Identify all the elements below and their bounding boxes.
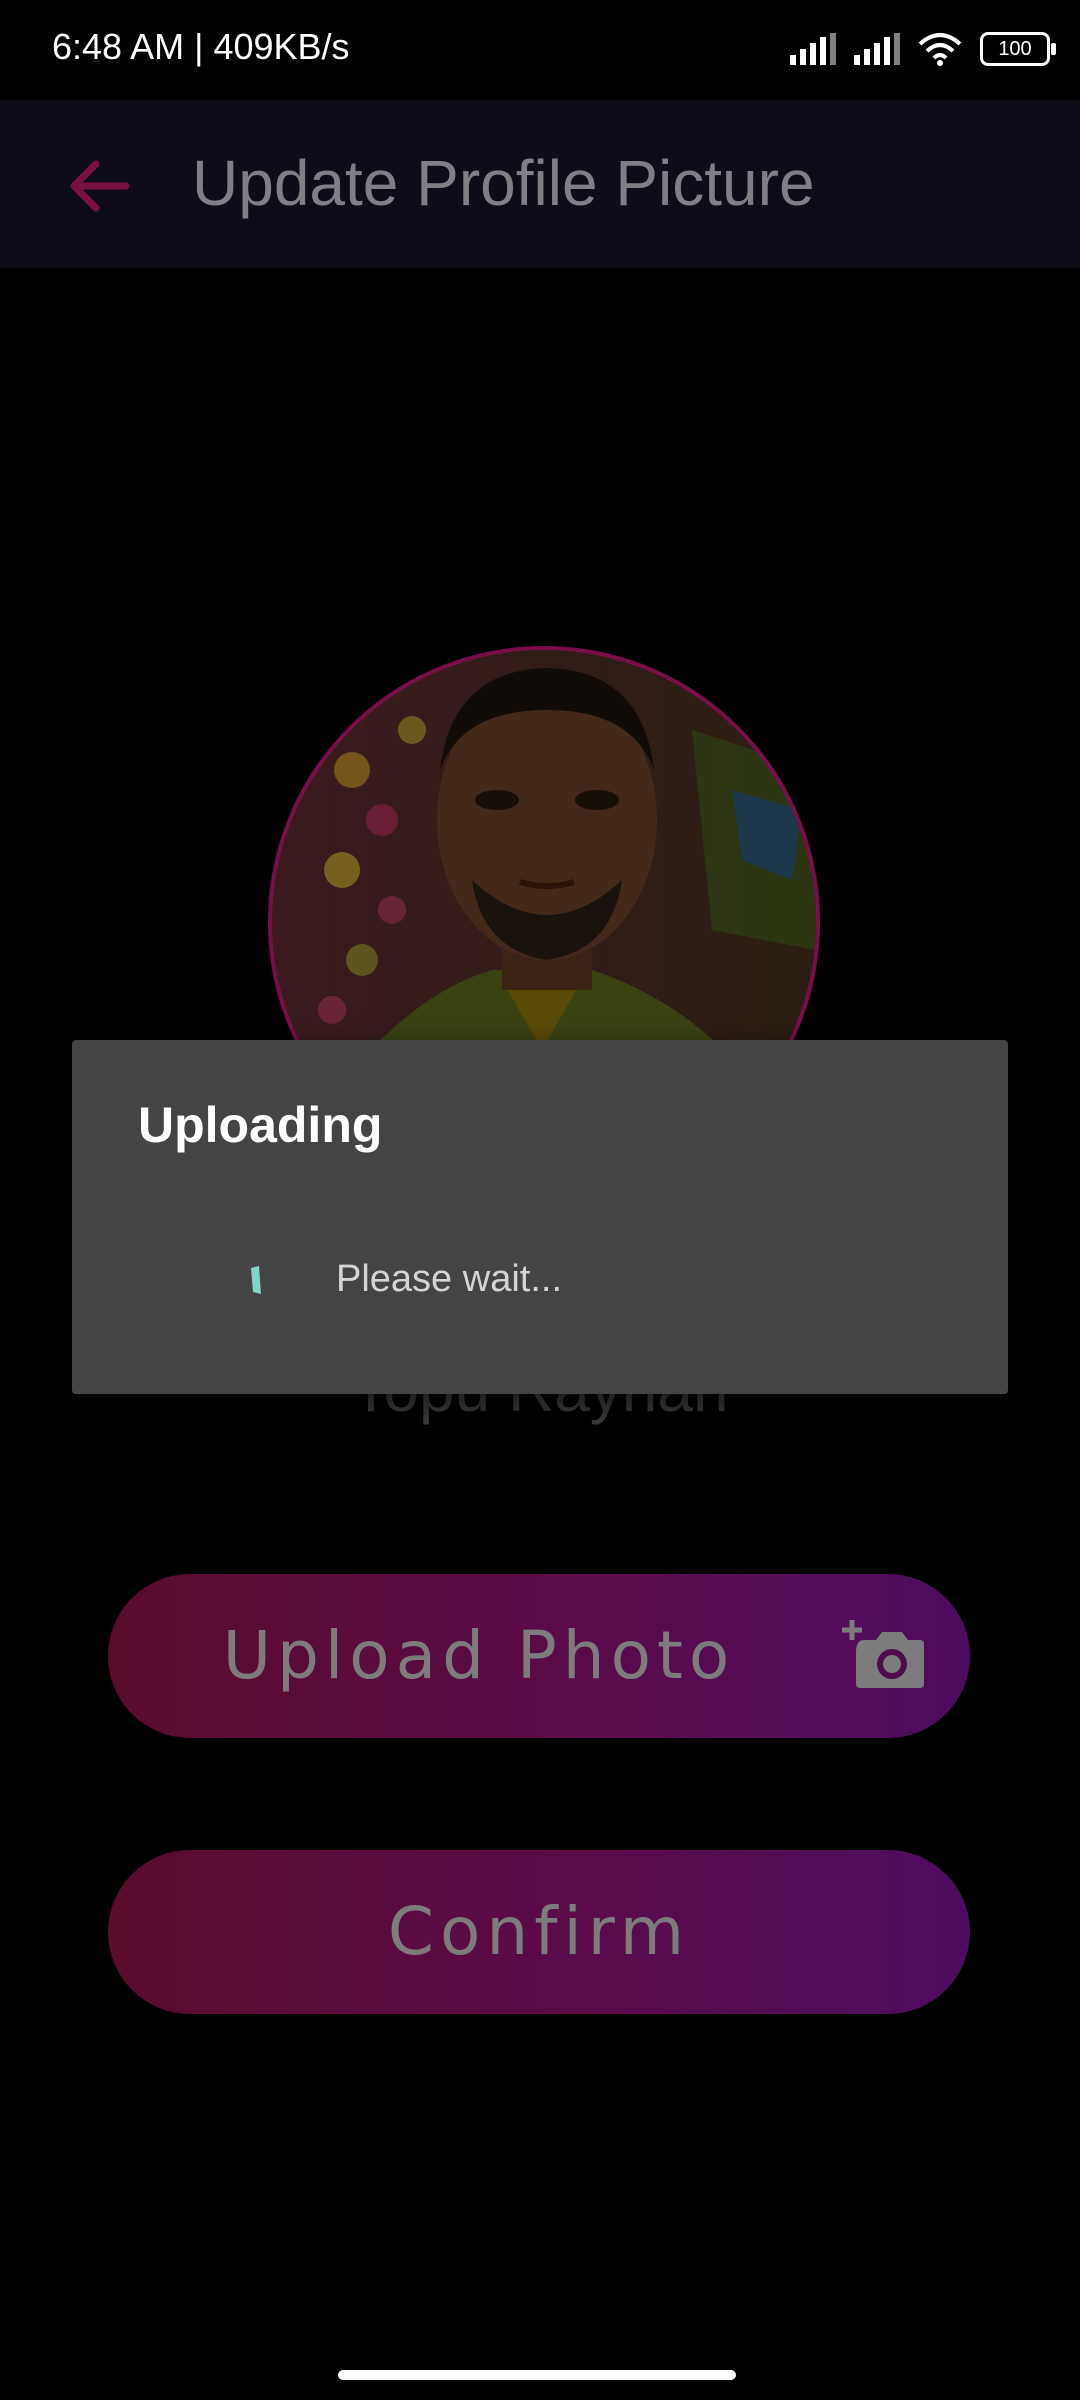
home-indicator[interactable] [338, 2370, 736, 2380]
spinner-icon [251, 1266, 261, 1294]
dialog-message: Please wait... [336, 1258, 562, 1300]
uploading-dialog: Uploading Please wait... [72, 1040, 1008, 1394]
dialog-title: Uploading [138, 1097, 383, 1153]
